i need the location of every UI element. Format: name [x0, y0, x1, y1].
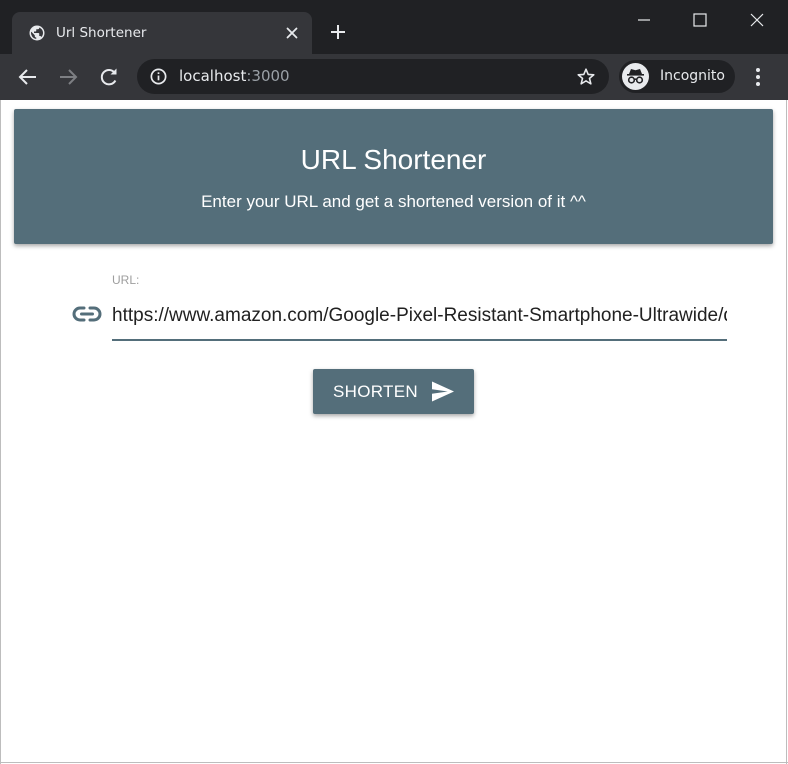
- profile-label: Incognito: [660, 68, 725, 84]
- page-subtitle: Enter your URL and get a shortened versi…: [201, 192, 586, 211]
- more-vert-icon[interactable]: [748, 65, 768, 89]
- browser-titlebar: Url Shortener: [0, 0, 788, 54]
- star-icon[interactable]: [575, 66, 597, 88]
- browser-toolbar: localhost:3000 Incognito: [0, 54, 788, 100]
- page-title: URL Shortener: [300, 144, 487, 175]
- url-host: localhost: [179, 67, 247, 85]
- reload-icon[interactable]: [97, 65, 121, 89]
- link-icon: [72, 306, 102, 322]
- address-bar[interactable]: localhost:3000: [137, 59, 609, 94]
- globe-icon: [29, 25, 45, 41]
- url-port: :3000: [246, 67, 290, 85]
- url-field-label: URL:: [112, 273, 140, 287]
- shorten-button[interactable]: SHORTEN: [313, 369, 474, 414]
- window-border-bottom: [0, 762, 788, 763]
- plus-icon[interactable]: [328, 22, 348, 42]
- arrow-left-icon[interactable]: [16, 65, 40, 89]
- minimize-icon[interactable]: [634, 10, 654, 30]
- header-card: URL Shortener Enter your URL and get a s…: [14, 109, 773, 244]
- shorten-button-label: SHORTEN: [333, 382, 418, 401]
- window-border-left: [0, 100, 1, 764]
- maximize-icon[interactable]: [690, 10, 710, 30]
- info-icon[interactable]: [149, 67, 168, 86]
- url-text: localhost:3000: [179, 67, 290, 86]
- incognito-avatar: [622, 63, 649, 90]
- close-icon[interactable]: [284, 25, 300, 41]
- incognito-icon: [627, 69, 644, 84]
- browser-tab[interactable]: Url Shortener: [12, 12, 312, 54]
- arrow-right-icon[interactable]: [56, 65, 80, 89]
- url-input[interactable]: [112, 299, 727, 341]
- window-border-right: [786, 100, 787, 764]
- window-close-icon[interactable]: [747, 10, 767, 30]
- incognito-profile-button[interactable]: Incognito: [619, 60, 735, 93]
- send-icon: [432, 381, 454, 402]
- tab-title: Url Shortener: [56, 25, 147, 41]
